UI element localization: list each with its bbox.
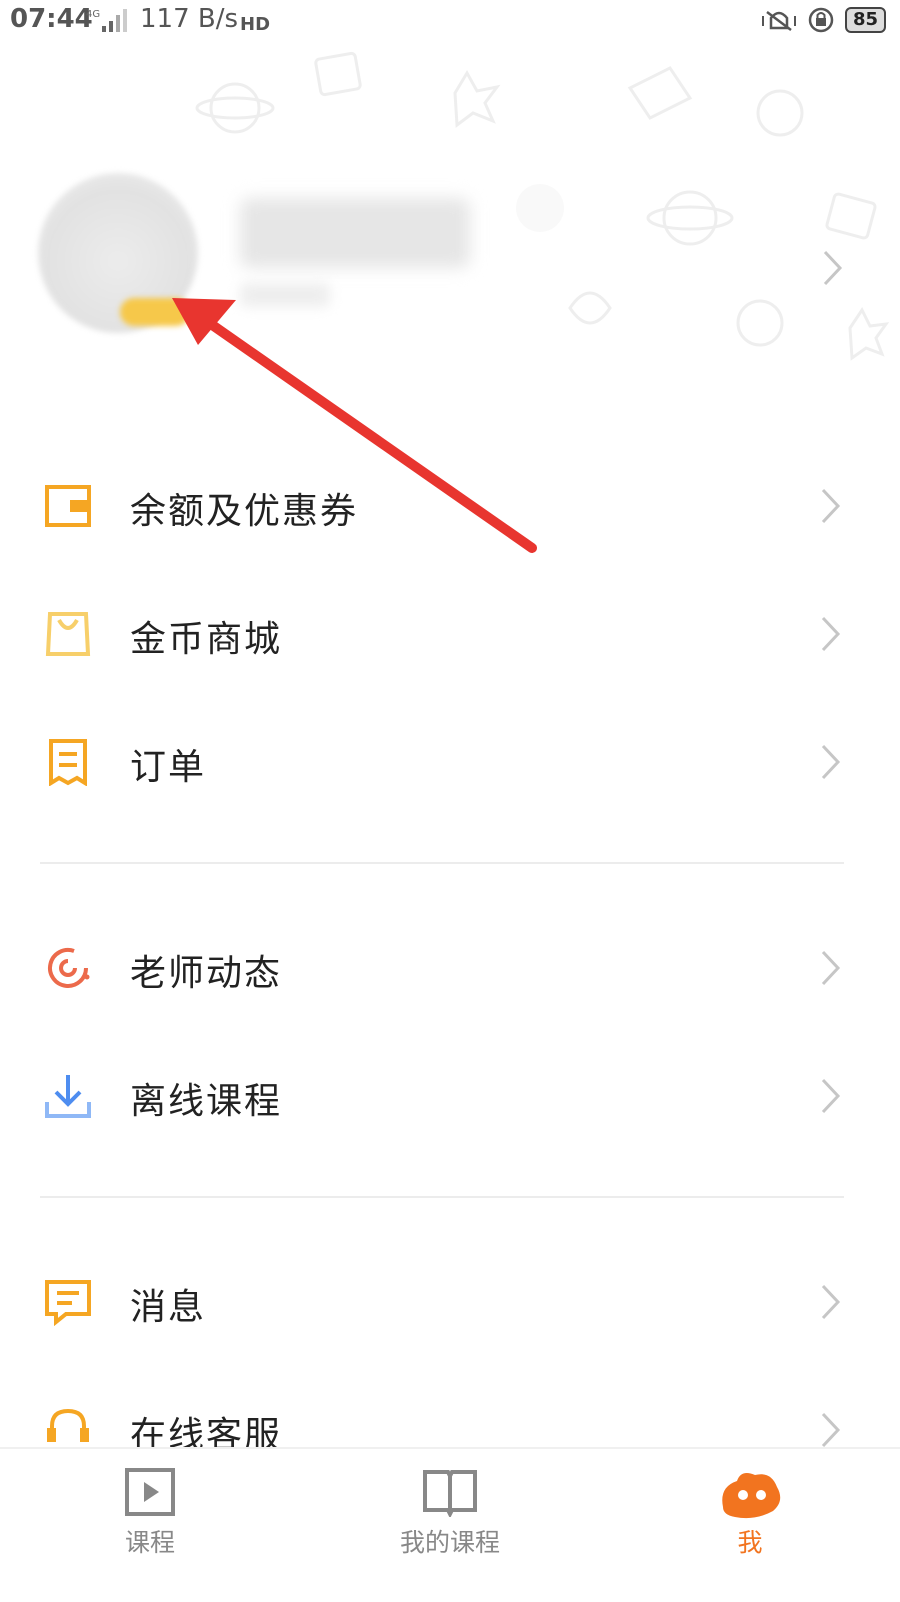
tab-label: 我 — [737, 1528, 763, 1557]
chevron-right-icon — [821, 950, 841, 986]
chevron-right-icon — [821, 1412, 841, 1448]
menu-item-teacher-updates[interactable]: 老师动态 — [0, 904, 900, 1032]
chevron-right-icon — [821, 488, 841, 524]
shopping-bag-icon — [45, 612, 91, 656]
download-icon — [45, 1075, 91, 1118]
menu-item-balance-coupons[interactable]: 余额及优惠券 — [0, 442, 900, 570]
menu-label: 金币商城 — [130, 619, 283, 660]
chevron-right-icon — [821, 744, 841, 780]
menu-label: 余额及优惠券 — [130, 491, 359, 532]
vip-badge — [120, 298, 190, 326]
menu-item-orders[interactable]: 订单 — [0, 698, 900, 826]
menu-divider — [40, 862, 844, 864]
chevron-right-icon — [821, 1078, 841, 1114]
svg-text:4G: 4G — [86, 9, 100, 20]
menu-label: 消息 — [130, 1287, 207, 1328]
vibrate-icon — [761, 11, 796, 31]
menu-item-messages[interactable]: 消息 — [0, 1238, 900, 1366]
menu-divider — [40, 1196, 844, 1198]
menu-label: 离线课程 — [130, 1081, 283, 1122]
menu-label: 老师动态 — [130, 953, 283, 994]
profile-mascot-icon — [722, 1473, 781, 1519]
tab-label: 我的课程 — [399, 1528, 500, 1557]
teacher-activity-icon — [48, 947, 90, 988]
svg-text:HD: HD — [240, 14, 270, 34]
status-time: 07:44 — [10, 4, 93, 34]
menu-item-offline-courses[interactable]: 离线课程 — [0, 1032, 900, 1160]
tab-me[interactable]: 我 — [600, 1449, 900, 1602]
bottom-navigation: 课程 我的课程 我 — [0, 1447, 900, 1602]
tab-courses[interactable]: 课程 — [0, 1449, 300, 1602]
tab-label: 课程 — [124, 1528, 175, 1557]
receipt-icon — [49, 739, 87, 786]
menu-label: 订单 — [130, 747, 207, 788]
play-icon — [125, 1468, 175, 1516]
message-icon — [45, 1280, 91, 1326]
user-id-blurred — [240, 283, 330, 307]
chevron-right-icon[interactable] — [822, 248, 844, 288]
chevron-right-icon — [821, 616, 841, 652]
profile-header[interactable] — [0, 48, 900, 408]
book-icon — [423, 1470, 477, 1517]
battery-indicator: 85 — [844, 7, 886, 33]
user-name-blurred — [240, 198, 470, 268]
menu-item-coin-mall[interactable]: 金币商城 — [0, 570, 900, 698]
wallet-icon — [45, 485, 91, 527]
status-bar: 07:44 4G 117 B/s HD 85 — [0, 0, 900, 48]
signal-4g-icon: 4G — [86, 9, 127, 32]
network-speed: 117 B/s — [140, 4, 239, 34]
chevron-right-icon — [821, 1284, 841, 1320]
tab-my-courses[interactable]: 我的课程 — [300, 1449, 600, 1602]
hd-voice-icon: HD — [240, 14, 270, 34]
rotation-lock-icon — [808, 7, 834, 33]
